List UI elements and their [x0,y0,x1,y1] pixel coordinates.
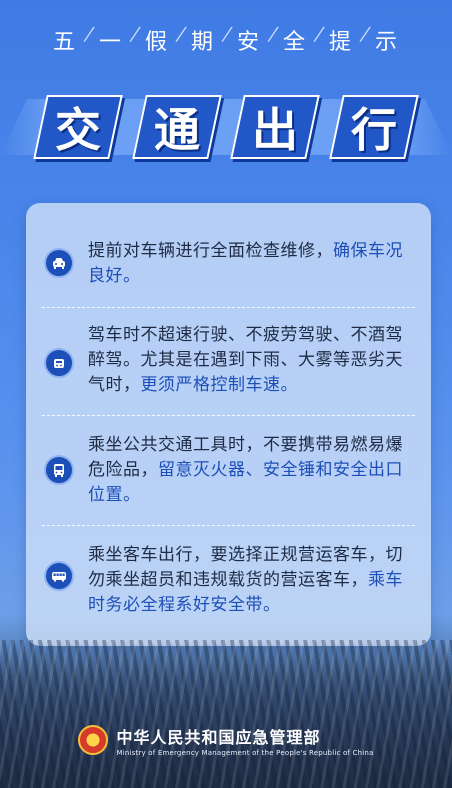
title-tile: 行 [329,95,419,159]
car-speed-icon [44,348,74,378]
tip-item: 乘坐客车出行，要选择正规营运客车，切勿乘坐超员和违规载货的营运客车，乘车时务必全… [26,541,431,621]
traffic-background-image [0,640,452,788]
tip-text-normal: 乘坐客车出行，要选择正规营运客车，切勿乘坐超员和违规载货的营运客车， [88,545,403,590]
car-front-icon [44,248,74,278]
divider [42,525,415,526]
subtitle-separator: / [358,24,374,45]
subtitle: 五 / 一 / 假 / 期 / 安 / 全 / 提 / 示 [0,24,452,56]
subtitle-char: 期 [190,30,215,55]
subtitle-separator: / [220,24,236,45]
tip-text-normal: 提前对车辆进行全面检查维修， [88,241,333,261]
tip-text: 乘坐客车出行，要选择正规营运客车，切勿乘坐超员和违规载货的营运客车，乘车时务必全… [88,543,418,618]
subtitle-separator: / [82,24,98,45]
subtitle-char: 五 [52,30,77,55]
org-name: 中华人民共和国应急管理部 [116,727,321,747]
tip-text: 提前对车辆进行全面检查维修，确保车况良好。 [88,239,418,289]
subtitle-separator: / [266,24,282,45]
divider [42,415,415,416]
tip-text: 驾车时不超速行驶、不疲劳驾驶、不酒驾醉驾。尤其是在遇到下雨、大雾等恶劣天气时，更… [88,323,418,398]
tip-item: 提前对车辆进行全面检查维修，确保车况良好。 [26,233,431,293]
title-char: 通 [153,103,200,157]
subtitle-char: 示 [374,30,399,55]
coach-icon [44,561,74,591]
subtitle-char: 安 [236,30,261,55]
bus-icon [44,455,74,485]
title-banner: 交 通 出 行 [0,95,452,159]
title-char: 出 [252,103,299,157]
title-tile: 通 [131,95,222,159]
title-char: 行 [350,103,397,157]
org-name-en: Ministry of Emergency Management of the … [116,748,374,757]
title-tile: 交 [33,95,123,159]
divider [42,307,415,308]
subtitle-separator: / [174,24,190,45]
tip-item: 乘坐公共交通工具时，不要携带易燃易爆危险品，留意灭火器、安全锤和安全出口位置。 [26,431,431,511]
subtitle-separator: / [312,24,328,45]
subtitle-char: 提 [328,30,353,55]
subtitle-char: 一 [98,30,123,55]
tips-card: 提前对车辆进行全面检查维修，确保车况良好。 驾车时不超速行驶、不疲劳驾驶、不酒驾… [26,203,431,646]
title-tile: 出 [230,95,321,159]
tip-text: 乘坐公共交通工具时，不要携带易燃易爆危险品，留意灭火器、安全锤和安全出口位置。 [88,433,418,508]
footer: 中华人民共和国应急管理部 Ministry of Emergency Manag… [0,720,452,760]
tip-item: 驾车时不超速行驶、不疲劳驾驶、不酒驾醉驾。尤其是在遇到下雨、大雾等恶劣天气时，更… [26,321,431,401]
title-char: 交 [55,103,101,157]
subtitle-char: 假 [144,30,169,55]
national-emblem-icon [78,725,109,755]
organization: 中华人民共和国应急管理部 Ministry of Emergency Manag… [116,724,373,757]
subtitle-separator: / [128,24,144,45]
subtitle-char: 全 [282,30,307,55]
tip-text-highlight: 更须严格控制车速。 [140,375,298,395]
